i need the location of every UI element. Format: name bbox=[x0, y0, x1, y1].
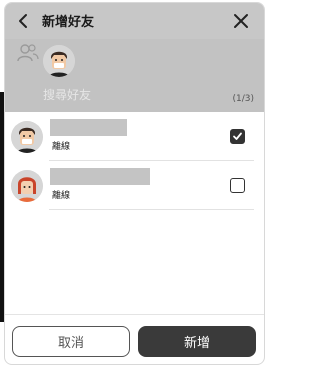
back-button[interactable] bbox=[15, 12, 33, 30]
friend-status: 離線 bbox=[52, 191, 71, 201]
add-friends-dialog: 新增好友 (1/3) bbox=[4, 2, 265, 365]
close-button[interactable] bbox=[232, 12, 250, 30]
cancel-button[interactable]: 取消 bbox=[12, 326, 130, 357]
dialog-title: 新增好友 bbox=[42, 15, 95, 30]
friend-row[interactable]: 離線 bbox=[5, 112, 264, 161]
avatar-red-hair-icon bbox=[11, 170, 43, 202]
avatar bbox=[11, 170, 43, 202]
friend-checkbox[interactable] bbox=[230, 129, 245, 144]
row-divider bbox=[49, 209, 254, 210]
friend-checkbox[interactable] bbox=[230, 178, 245, 193]
avatar bbox=[11, 121, 43, 153]
avatar-dark-hair-icon bbox=[43, 45, 75, 77]
selected-friend-avatar[interactable] bbox=[43, 45, 75, 77]
selected-friends-area: (1/3) bbox=[5, 39, 264, 112]
friends-icon bbox=[17, 44, 39, 62]
checkmark-icon bbox=[233, 132, 242, 140]
selection-count: (1/3) bbox=[232, 94, 254, 104]
avatar-dark-hair-icon bbox=[11, 121, 43, 153]
friend-status: 離線 bbox=[52, 142, 71, 152]
search-friends-input[interactable] bbox=[43, 85, 193, 105]
add-button[interactable]: 新增 bbox=[138, 326, 256, 357]
redacted-name bbox=[50, 168, 150, 185]
close-icon bbox=[234, 14, 248, 28]
dialog-footer: 取消 新增 bbox=[5, 314, 264, 364]
redacted-name bbox=[50, 119, 127, 136]
dialog-header: 新增好友 bbox=[5, 3, 264, 39]
chevron-left-icon bbox=[19, 14, 27, 28]
friend-row[interactable]: 離線 bbox=[5, 161, 264, 210]
friends-list: 離線 離線 bbox=[5, 112, 264, 210]
